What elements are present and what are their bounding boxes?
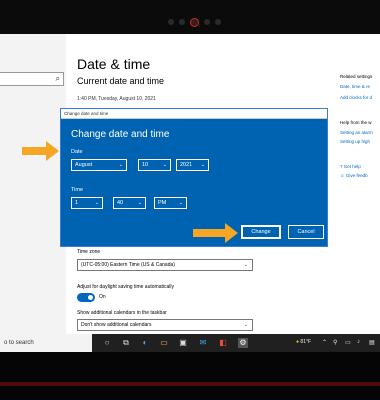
settings-nav-pane: ⌕ (0, 34, 66, 334)
webcam (168, 17, 221, 27)
help-link-high[interactable]: Setting up high (340, 139, 380, 144)
year-value: 2021 (180, 162, 193, 168)
weather-widget[interactable]: ● 81°F (296, 339, 311, 345)
task-view-icon[interactable]: ⧉ (121, 338, 131, 348)
year-select[interactable]: 2021 ⌄ (176, 159, 209, 171)
dst-toggle[interactable] (77, 293, 95, 302)
dst-label: Adjust for daylight saving time automati… (77, 284, 174, 290)
minute-select[interactable]: 40 ⌄ (113, 197, 146, 209)
office-icon[interactable]: ◧ (218, 338, 228, 348)
edge-icon[interactable]: ◐ (140, 338, 150, 348)
dst-state: On (99, 294, 106, 300)
store-icon[interactable]: ▣ (178, 338, 188, 348)
chevron-down-icon: ⌄ (118, 162, 123, 168)
mail-icon[interactable]: ✉ (198, 338, 208, 348)
time-zone-select[interactable]: (UTC-05:00) Eastern Time (US & Canada) ⌄ (77, 259, 253, 271)
show-hidden-icons-icon[interactable]: ⌃ (322, 339, 327, 346)
laptop-bottom-bezel (0, 352, 380, 400)
additional-calendars-select[interactable]: Don't show additional calendars ⌄ (77, 319, 253, 331)
taskbar-search[interactable]: o to search (0, 334, 92, 352)
current-datetime: 1:40 PM, Tuesday, August 10, 2021 (77, 96, 156, 102)
day-value: 10 (142, 162, 149, 168)
search-icon: ⌕ (55, 74, 60, 83)
time-zone-value: (UTC-05:00) Eastern Time (US & Canada) (81, 262, 175, 268)
hour-value: 1 (75, 200, 79, 206)
chevron-down-icon: ⌄ (178, 200, 183, 206)
webcam-sensor-icon (168, 19, 174, 25)
section-title: Current date and time (77, 76, 165, 86)
settings-search-input[interactable]: ⌕ (0, 72, 64, 86)
weather-icon: ● (296, 339, 300, 345)
battery-icon[interactable]: ▭ (345, 339, 351, 346)
additional-calendars-value: Don't show additional calendars (81, 322, 152, 328)
volume-icon[interactable]: ♪ (357, 339, 360, 345)
dialog-heading: Change date and time (71, 129, 170, 140)
month-select[interactable]: August ⌄ (71, 159, 127, 171)
minute-value: 40 (117, 200, 124, 206)
webcam-sensor-icon (204, 19, 210, 25)
chevron-down-icon: ⌄ (94, 200, 99, 206)
cancel-button[interactable]: Cancel (288, 225, 324, 239)
time-label: Time (71, 187, 84, 193)
weather-temp: 81°F (300, 339, 312, 345)
notifications-icon[interactable]: ▤ (369, 339, 375, 346)
arrow-to-change-icon (193, 223, 238, 243)
change-button[interactable]: Change (241, 225, 281, 239)
arrow-to-date-icon (22, 141, 59, 161)
related-link-region[interactable]: Date, time & re (340, 84, 380, 89)
taskbar: o to search ○ ⧉ ◐ ▭ ▣ ✉ ◧ ⚙ ● 81°F ⌃ ⚲ ▭… (0, 334, 380, 352)
time-zone-label: Time zone (77, 249, 101, 255)
get-help-label: Get help (343, 164, 361, 169)
get-help-link[interactable]: ? Get help (340, 164, 380, 169)
chevron-down-icon: ⌄ (243, 262, 248, 268)
date-label: Date (71, 149, 83, 155)
day-select[interactable]: 10 ⌄ (138, 159, 171, 171)
chevron-down-icon: ⌄ (162, 162, 167, 168)
webcam-sensor-icon (215, 19, 221, 25)
network-icon[interactable]: ⚲ (333, 339, 337, 346)
settings-icon[interactable]: ⚙ (238, 338, 248, 348)
page-title: Date & time (77, 56, 151, 72)
chevron-down-icon: ⌄ (200, 162, 205, 168)
chevron-down-icon: ⌄ (243, 322, 248, 328)
dialog-titlebar: Change date and time (61, 109, 327, 119)
file-explorer-icon[interactable]: ▭ (159, 338, 169, 348)
month-value: August (75, 162, 93, 168)
related-settings-heading: Related settings (340, 74, 373, 79)
related-link-clocks[interactable]: Add clocks for d (340, 95, 380, 100)
bezel-edge (0, 382, 380, 386)
webcam-sensor-icon (179, 19, 185, 25)
hour-select[interactable]: 1 ⌄ (71, 197, 103, 209)
ampm-select[interactable]: PM ⌄ (154, 197, 187, 209)
give-feedback-link[interactable]: ☺ Give feedb (340, 173, 380, 178)
help-heading: Help from the w (340, 120, 372, 125)
screen: ⌕ Date & time Current date and time 1:40… (0, 34, 380, 352)
right-column: Related settings Date, time & re Add clo… (340, 74, 380, 182)
give-feedback-label: Give feedb (345, 173, 368, 178)
additional-calendars-label: Show additional calendars in the taskbar (77, 310, 167, 316)
webcam-lens-icon (190, 17, 199, 27)
chevron-down-icon: ⌄ (137, 200, 142, 206)
cortana-icon[interactable]: ○ (102, 338, 112, 348)
help-link-alarm[interactable]: Setting an alarm (340, 130, 380, 135)
ampm-value: PM (158, 200, 167, 206)
